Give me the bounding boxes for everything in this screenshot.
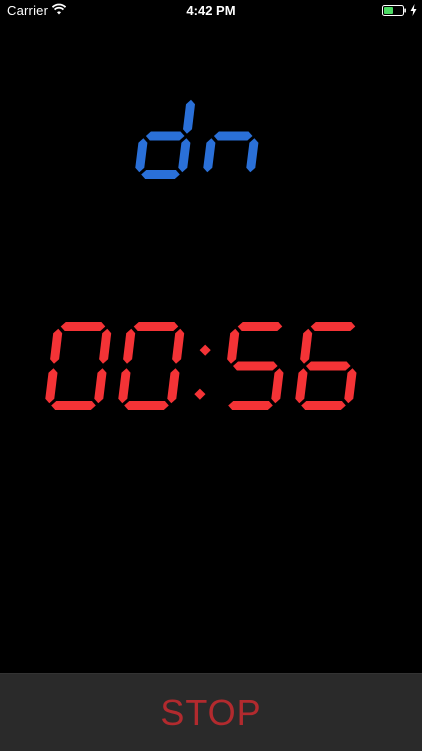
status-bar: Carrier 4:42 PM <box>0 0 422 22</box>
digit-1-segment-e <box>118 368 131 404</box>
digit-2-segment-c <box>271 368 284 404</box>
digit-1-segment-a <box>133 322 179 331</box>
digit-0-segment-c <box>178 138 191 173</box>
stop-button[interactable]: STOP <box>0 673 422 751</box>
digit-2-segment-a <box>237 322 283 331</box>
digit-3-segment-a <box>310 322 356 331</box>
digit-0-segment-e <box>45 368 58 404</box>
battery-icon <box>382 5 406 16</box>
digit-1-segment-e <box>203 138 216 173</box>
digit-2-segment-d <box>228 401 273 410</box>
digit-0-segment-f <box>50 328 63 364</box>
digit-0-segment-g <box>145 131 185 141</box>
digit-0-segment-a <box>60 322 106 331</box>
digit-1-segment-f <box>123 328 136 364</box>
digit-3-segment-d <box>301 401 346 410</box>
digit-3-segment-c <box>344 368 357 404</box>
digit-3-segment-f <box>300 328 313 364</box>
digit-0-segment-e <box>135 138 148 173</box>
digit-1-segment-c <box>246 138 259 173</box>
digit-0-segment-b <box>183 99 195 134</box>
digit-1-segment-d <box>124 401 169 410</box>
digit-0-segment-b <box>99 328 112 364</box>
clock-time: 4:42 PM <box>186 3 236 18</box>
stop-button-label: STOP <box>160 691 262 733</box>
colon-dot <box>199 344 211 356</box>
digit-3-segment-g <box>306 361 351 371</box>
countdown-seven-segment-display <box>45 322 357 410</box>
digit-0-segment-d <box>141 170 180 179</box>
digit-1-segment-b <box>172 328 185 364</box>
digit-0-segment-c <box>94 368 107 404</box>
digit-3-segment-e <box>295 368 308 404</box>
mode-seven-segment-display <box>135 99 259 179</box>
charging-bolt-icon <box>410 4 417 16</box>
digit-0-segment-d <box>51 401 96 410</box>
colon-dot <box>194 388 206 400</box>
digit-2-segment-f <box>227 328 240 364</box>
digit-2-segment-g <box>233 361 278 371</box>
digit-1-segment-c <box>167 368 180 404</box>
digit-1-segment-g <box>213 131 253 141</box>
